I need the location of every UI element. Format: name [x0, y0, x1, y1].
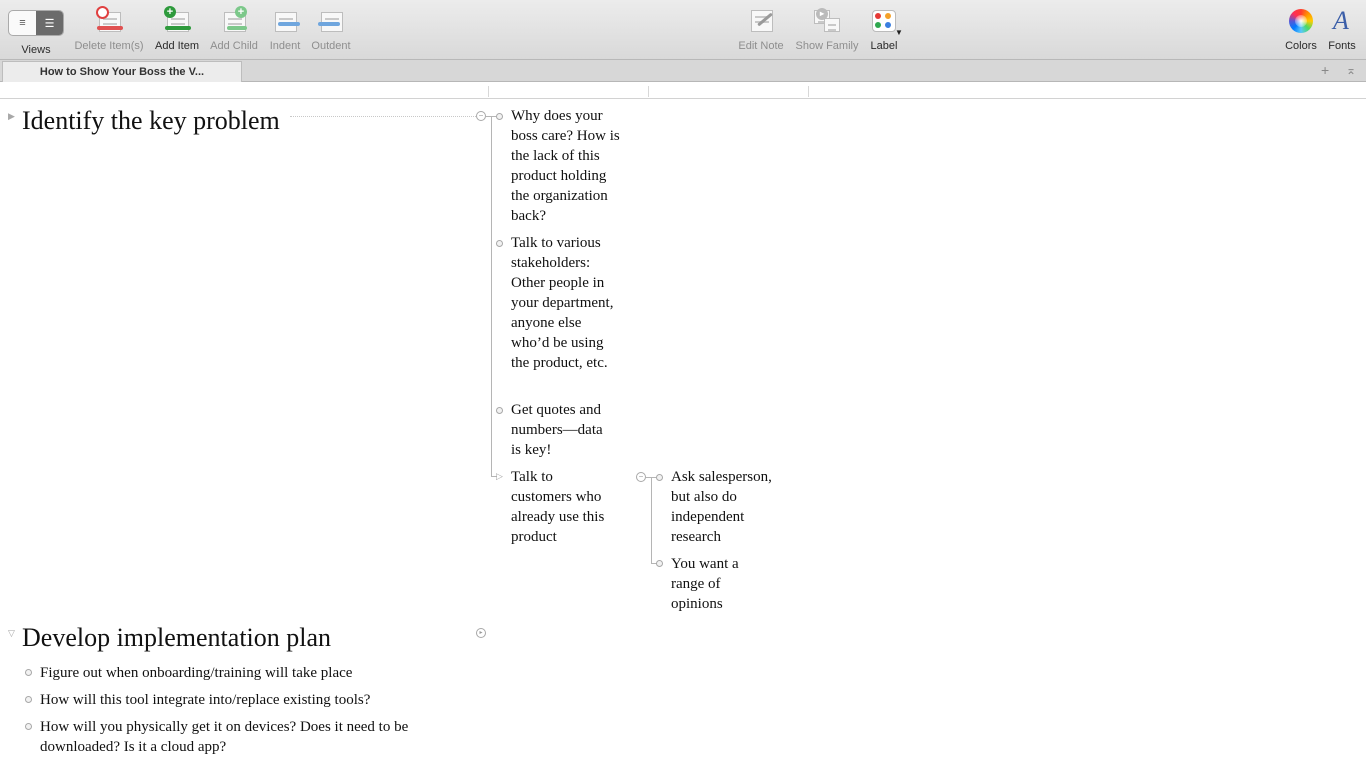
- list-item[interactable]: Talk to customers who already use this p…: [511, 467, 615, 547]
- indent-icon: [270, 6, 300, 36]
- bullet-icon[interactable]: [496, 407, 503, 414]
- tree-connector: [491, 116, 492, 476]
- bullet-icon[interactable]: [25, 696, 32, 703]
- bullet-icon[interactable]: [25, 723, 32, 730]
- edit-note-icon: [746, 6, 776, 36]
- list-item[interactable]: Ask salesperson, but also do independent…: [671, 467, 779, 547]
- toolbar: ≡ ☰ Views Delete Item(s) + Add Item + Ad…: [0, 0, 1366, 60]
- topic-heading[interactable]: Identify the key problem: [22, 106, 280, 136]
- expand-children-icon[interactable]: ▸: [476, 628, 486, 638]
- label-button[interactable]: ▼ Label: [864, 6, 904, 52]
- edit-note-button[interactable]: Edit Note: [734, 6, 788, 52]
- bullet-icon[interactable]: [25, 669, 32, 676]
- delete-item-icon: [94, 6, 124, 36]
- list-item[interactable]: Why does your boss care? How is the lack…: [511, 106, 621, 226]
- outdent-button[interactable]: Outdent: [308, 6, 354, 52]
- collapse-icon[interactable]: −: [476, 111, 486, 121]
- add-tab-icon[interactable]: +: [1321, 62, 1329, 78]
- expanded-triangle-icon[interactable]: ▽: [8, 628, 15, 639]
- document-tab[interactable]: How to Show Your Boss the V...: [2, 61, 242, 82]
- views-segmented-control[interactable]: ≡ ☰: [8, 10, 64, 36]
- show-family-icon: ▸: [812, 6, 842, 36]
- list-item[interactable]: Figure out when onboarding/training will…: [40, 663, 352, 683]
- list-item[interactable]: Get quotes and numbers—data is key!: [511, 400, 611, 460]
- bullet-icon[interactable]: [656, 474, 663, 481]
- column-divider[interactable]: [808, 86, 809, 97]
- tree-connector: [651, 477, 652, 563]
- outline-view-icon[interactable]: ☰: [36, 11, 63, 35]
- delete-items-button[interactable]: Delete Item(s): [70, 6, 148, 52]
- tree-connector: [486, 116, 496, 117]
- colors-button[interactable]: Colors: [1280, 6, 1322, 52]
- fonts-button[interactable]: A Fonts: [1324, 6, 1360, 52]
- show-family-button[interactable]: ▸ Show Family: [792, 6, 862, 52]
- add-item-button[interactable]: + Add Item: [152, 6, 202, 52]
- list-item[interactable]: Talk to various stakeholders: Other peop…: [511, 233, 621, 373]
- column-divider[interactable]: [648, 86, 649, 97]
- tree-connector: [646, 477, 656, 478]
- add-item-icon: +: [162, 6, 192, 36]
- fonts-icon: A: [1333, 6, 1349, 35]
- label-icon: ▼: [869, 6, 903, 37]
- bullet-icon[interactable]: [656, 560, 663, 567]
- tab-bar: How to Show Your Boss the V... + ⌅: [0, 60, 1366, 82]
- collapse-icon[interactable]: −: [636, 472, 646, 482]
- pin-icon[interactable]: ⌅: [1346, 62, 1356, 78]
- list-item[interactable]: How will this tool integrate into/replac…: [40, 690, 370, 710]
- color-wheel-icon: [1286, 6, 1316, 36]
- list-item[interactable]: How will you physically get it on device…: [40, 717, 420, 757]
- views-control[interactable]: ≡ ☰ Views: [8, 4, 64, 56]
- column-divider[interactable]: [488, 86, 489, 97]
- add-child-button[interactable]: + Add Child: [206, 6, 262, 52]
- add-child-icon: +: [219, 6, 249, 36]
- collapse-triangle-icon[interactable]: ▶: [8, 111, 15, 122]
- list-view-icon[interactable]: ≡: [9, 11, 36, 35]
- indent-button[interactable]: Indent: [266, 6, 304, 52]
- bullet-icon[interactable]: [496, 240, 503, 247]
- outdent-icon: [316, 6, 346, 36]
- list-item[interactable]: You want a range of opinions: [671, 554, 751, 614]
- views-label: Views: [21, 44, 51, 56]
- column-header: [0, 83, 1366, 99]
- bullet-icon[interactable]: [496, 113, 503, 120]
- expand-triangle-icon[interactable]: ▷: [496, 471, 503, 482]
- leader-line: [290, 116, 476, 117]
- topic-heading[interactable]: Develop implementation plan: [22, 623, 331, 653]
